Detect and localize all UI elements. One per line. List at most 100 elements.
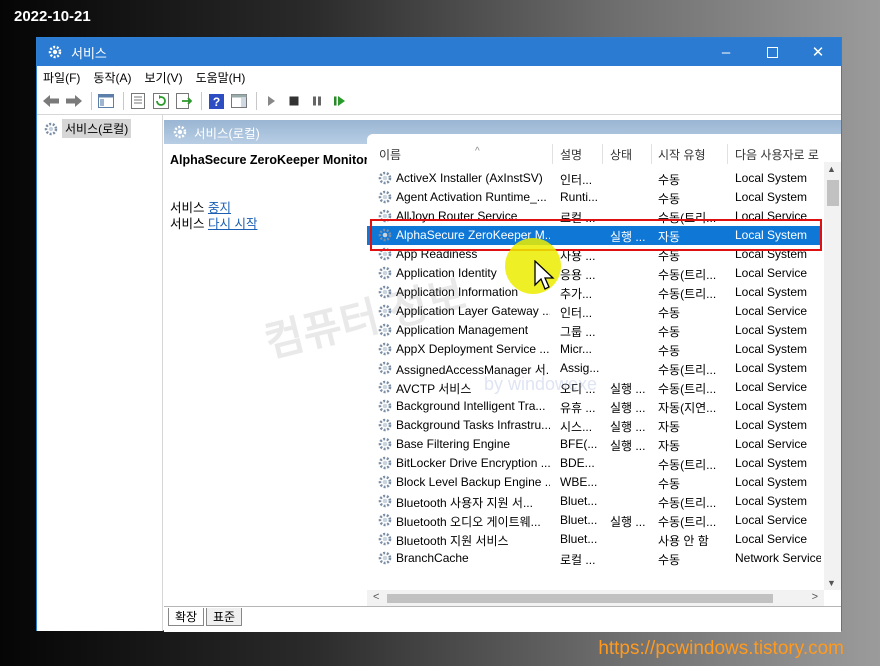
service-name: ActiveX Installer (AxInstSV) <box>396 171 543 185</box>
service-name: BitLocker Drive Encryption ... <box>396 456 550 470</box>
description-pane: AlphaSecure ZeroKeeper Monitor 서비스 중지 서비… <box>164 144 369 606</box>
service-log-on-as: Local System <box>735 342 808 356</box>
service-log-on-as: Local System <box>735 456 808 470</box>
service-description: BDE... <box>560 456 595 470</box>
service-gear-icon <box>377 379 393 395</box>
scroll-right-icon[interactable]: > <box>812 591 818 603</box>
scroll-up-icon[interactable]: ▲ <box>827 164 836 174</box>
minimize-button[interactable]: – <box>703 38 749 66</box>
table-row[interactable]: BitLocker Drive Encryption ... BDE... 수동(트… <box>367 454 821 473</box>
service-startup-type: 수동(트리... <box>658 287 717 301</box>
tree-item-services-local[interactable]: 서비스(로컬) <box>43 119 132 138</box>
column-divider[interactable] <box>552 144 553 164</box>
services-gear-icon <box>44 122 58 135</box>
table-row[interactable]: Agent Activation Runtime_... Runti... 수동 Lo… <box>367 188 821 207</box>
table-row[interactable]: Background Intelligent Tra... 유휴 ... 실행 ..… <box>367 397 821 416</box>
table-row[interactable]: BranchCache 로컬 ... 수동 Network Service <box>367 549 821 568</box>
menu-help[interactable]: 도움말(H) <box>196 69 246 86</box>
service-log-on-as: Local Service <box>735 532 808 546</box>
console-tree-button[interactable] <box>96 91 116 111</box>
table-row[interactable]: Base Filtering Engine BFE(... 실행 ... 자동 Loca… <box>367 435 821 454</box>
column-header-startup-type[interactable]: 시작 유형 <box>658 146 706 164</box>
service-startup-type: 자동 <box>658 439 681 453</box>
column-divider[interactable] <box>651 144 652 164</box>
pause-icon <box>313 96 321 106</box>
horizontal-scrollbar[interactable]: < > <box>367 590 824 606</box>
stop-service-button[interactable] <box>284 91 304 111</box>
help-button[interactable]: ? <box>206 91 226 111</box>
service-description: 응용 ... <box>560 268 596 282</box>
service-status: 실행 ... <box>610 382 646 396</box>
service-log-on-as: Local System <box>735 475 808 489</box>
column-header-log-on-as[interactable]: 다음 사용자로 로 <box>735 146 825 164</box>
date-stamp: 2022-10-21 <box>14 8 91 25</box>
show-hide-action-pane-button[interactable] <box>229 91 249 111</box>
watermark-bottom: Watermarked by WindowexeWatermark <box>270 607 570 626</box>
service-description: 인터... <box>560 173 593 187</box>
service-log-on-as: Network Service <box>735 551 821 565</box>
service-gear-icon <box>377 550 393 566</box>
refresh-button[interactable] <box>151 91 171 111</box>
service-startup-type: 수동(트리... <box>658 363 717 377</box>
column-divider[interactable] <box>727 144 728 164</box>
table-row[interactable]: Bluetooth 사용자 지원 서... Bluet... 수동(트리... Loc… <box>367 492 821 511</box>
menu-action[interactable]: 동작(A) <box>93 69 131 86</box>
table-row[interactable]: Background Tasks Infrastru... 시스... 실행 ...… <box>367 416 821 435</box>
svg-text:?: ? <box>212 95 219 109</box>
service-startup-type: 수동 <box>658 344 681 358</box>
toolbar-separator <box>256 92 257 110</box>
menu-file[interactable]: 파일(F) <box>43 69 80 86</box>
tab-extended[interactable]: 확장 <box>168 608 205 626</box>
pause-service-button[interactable] <box>307 91 327 111</box>
service-startup-type: 수동 <box>658 173 681 187</box>
service-startup-type: 사용 안 함 <box>658 534 709 548</box>
service-log-on-as: Local Service <box>735 304 808 318</box>
service-startup-type: 수동(트리... <box>658 458 717 472</box>
service-startup-type: 자동(지연... <box>658 401 717 415</box>
title-bar[interactable]: 서비스 – ✕ <box>37 38 841 66</box>
service-startup-type: 수동 <box>658 477 681 491</box>
menu-view[interactable]: 보기(V) <box>144 69 182 86</box>
restart-service-link[interactable]: 다시 시작 <box>208 217 257 231</box>
close-button[interactable]: ✕ <box>795 38 841 66</box>
pane-header-title: 서비스(로컬) <box>194 126 260 141</box>
maximize-button[interactable] <box>749 38 795 66</box>
back-button[interactable] <box>41 91 61 111</box>
start-service-button[interactable] <box>261 91 281 111</box>
service-startup-type: 수동 <box>658 325 681 339</box>
vertical-scrollbar[interactable]: ▲ ▼ <box>824 162 841 590</box>
tab-standard[interactable]: 표준 <box>206 608 243 626</box>
service-name: Background Intelligent Tra... <box>396 399 546 413</box>
services-main-pane: 서비스(로컬) AlphaSecure ZeroKeeper Monitor 서… <box>164 120 841 606</box>
horizontal-scroll-thumb[interactable] <box>387 594 773 603</box>
service-name: Background Tasks Infrastru... <box>396 418 550 432</box>
restart-service-button[interactable] <box>330 91 350 111</box>
table-row[interactable]: Bluetooth 지원 서비스 Bluet... 사용 안 함 Local Serv… <box>367 530 821 549</box>
service-log-on-as: Local Service <box>735 437 808 451</box>
column-divider[interactable] <box>602 144 603 164</box>
properties-button[interactable] <box>128 91 148 111</box>
forward-button[interactable] <box>64 91 84 111</box>
services-gear-icon <box>173 125 187 139</box>
column-header-name[interactable]: 이름 ^ <box>379 146 480 164</box>
column-header-status[interactable]: 상태 <box>610 146 632 164</box>
vertical-scroll-thumb[interactable] <box>827 180 839 206</box>
service-status: 실행 ... <box>610 420 646 434</box>
console-tree-pane: 서비스(로컬) <box>37 115 163 631</box>
table-row[interactable]: Bluetooth 오디오 게이트웨... Bluet... 실행 ... 수동(트리… <box>367 511 821 530</box>
service-description: BFE(... <box>560 437 598 451</box>
table-row[interactable]: AppX Deployment Service ... Micr... 수동 Loca… <box>367 340 821 359</box>
service-gear-icon <box>377 360 393 376</box>
service-status: 실행 ... <box>610 515 646 529</box>
column-header-description[interactable]: 설명 <box>560 146 582 164</box>
table-row[interactable]: ActiveX Installer (AxInstSV) 인터... 수동 Local… <box>367 169 821 188</box>
service-status: 실행 ... <box>610 439 646 453</box>
service-name: BranchCache <box>396 551 469 565</box>
blog-url[interactable]: https://pcwindows.tistory.com <box>598 638 844 660</box>
export-list-button[interactable] <box>174 91 194 111</box>
scroll-down-icon[interactable]: ▼ <box>827 578 836 588</box>
service-log-on-as: Local System <box>735 171 808 185</box>
table-row[interactable]: Block Level Backup Engine ... WBE... 수동 Loc… <box>367 473 821 492</box>
play-icon <box>268 96 275 106</box>
scroll-left-icon[interactable]: < <box>373 591 379 603</box>
